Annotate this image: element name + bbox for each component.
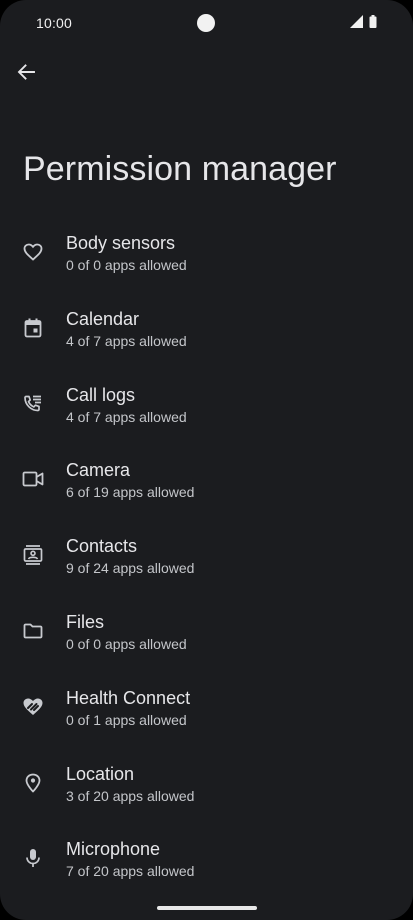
permission-summary: 0 of 0 apps allowed	[66, 635, 187, 652]
permission-summary: 4 of 7 apps allowed	[66, 408, 187, 425]
microphone-icon	[22, 847, 44, 869]
heart-icon	[22, 241, 44, 263]
status-time: 10:00	[36, 15, 73, 31]
location-pin-icon	[22, 772, 44, 794]
permission-summary: 0 of 1 apps allowed	[66, 711, 187, 728]
permission-label: Health Connect	[66, 687, 191, 708]
home-indicator[interactable]	[157, 906, 257, 910]
back-button[interactable]	[12, 58, 40, 86]
folder-icon	[22, 620, 44, 642]
permission-label: Body sensors	[66, 233, 176, 253]
permission-item-call-logs[interactable]: Call logs 4 of 7 apps allowed	[0, 374, 413, 450]
status-icons	[350, 15, 377, 28]
signal-icon	[350, 15, 363, 28]
video-camera-icon	[22, 468, 44, 490]
battery-icon	[369, 15, 377, 28]
permission-label: Location	[66, 763, 135, 784]
permission-item-files[interactable]: Files 0 of 0 apps allowed	[0, 601, 413, 677]
health-connect-icon	[22, 696, 44, 718]
permission-summary: 9 of 24 apps allowed	[66, 560, 195, 577]
permission-label: Files	[66, 611, 105, 632]
phone-screen: 10:00 Permission manager Body sensors 0 …	[0, 0, 413, 920]
arrow-back-icon	[17, 63, 35, 81]
contacts-icon	[22, 544, 44, 566]
permission-item-body-sensors[interactable]: Body sensors 0 of 0 apps allowed	[0, 222, 413, 298]
permission-summary: 7 of 20 apps allowed	[66, 863, 195, 880]
permission-label: Microphone	[66, 839, 161, 860]
permission-item-camera[interactable]: Camera 6 of 19 apps allowed	[0, 449, 413, 525]
permission-list: Body sensors 0 of 0 apps allowed Calenda…	[0, 222, 413, 904]
permission-item-contacts[interactable]: Contacts 9 of 24 apps allowed	[0, 525, 413, 601]
permission-label: Call logs	[66, 384, 136, 405]
permission-summary: 4 of 7 apps allowed	[66, 332, 187, 349]
permission-label: Camera	[66, 460, 131, 481]
status-bar: 10:00	[0, 0, 413, 46]
calendar-icon	[22, 317, 44, 339]
permission-label: Calendar	[66, 308, 140, 329]
permission-summary: 6 of 19 apps allowed	[66, 484, 195, 501]
call-log-icon	[22, 393, 44, 415]
permission-summary: 3 of 20 apps allowed	[66, 787, 195, 804]
camera-cutout	[197, 14, 215, 32]
page-title: Permission manager	[23, 150, 337, 188]
permission-label: Contacts	[66, 536, 138, 557]
permission-item-location[interactable]: Location 3 of 20 apps allowed	[0, 753, 413, 829]
permission-item-microphone[interactable]: Microphone 7 of 20 apps allowed	[0, 828, 413, 904]
permission-item-calendar[interactable]: Calendar 4 of 7 apps allowed	[0, 298, 413, 374]
permission-item-health-connect[interactable]: Health Connect 0 of 1 apps allowed	[0, 677, 413, 753]
permission-summary: 0 of 0 apps allowed	[66, 257, 187, 273]
